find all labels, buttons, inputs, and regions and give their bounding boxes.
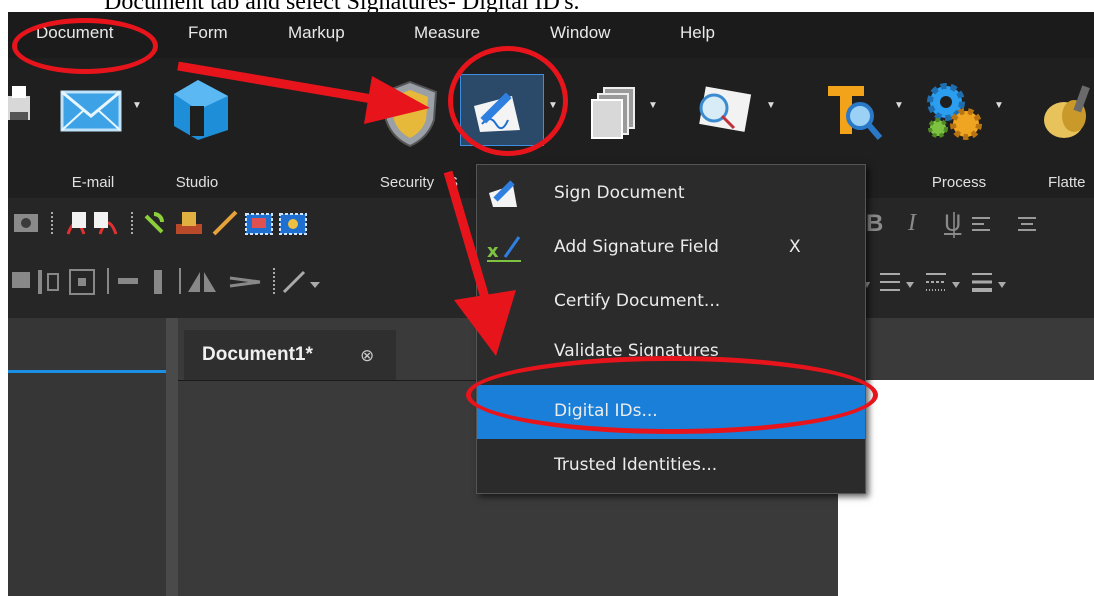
text-format-toolbar [953,212,1036,238]
italic-button[interactable]: I [908,210,916,237]
studio-button[interactable]: Studio [148,62,238,191]
svg-text:x: x [487,241,499,262]
roller-icon [1044,85,1090,138]
menu-item-add-signature-field[interactable]: x Add Signature Field X [477,221,865,275]
flatten-label: Flatte [1048,174,1086,191]
security-button[interactable]: Security [352,62,442,191]
review-dropdown-arrow[interactable]: ▼ [894,100,904,111]
menu-item-label: Add Signature Field [554,237,719,257]
line-style-tools-icons [864,273,1006,292]
signatures-label: S [448,174,459,191]
document-page[interactable] [838,380,1094,596]
pages-icon [591,87,635,139]
callout-signatures-button [448,46,568,156]
menu-markup[interactable]: Markup [288,23,345,43]
security-label: Security [379,174,435,191]
studio-label: Studio [175,174,219,191]
shield-icon [382,80,438,148]
signatures-menu: Sign Document x Add Signature Field X Ce… [476,164,866,494]
process-button[interactable]: ▼ Process [914,62,1004,191]
markup-tools-icons [14,210,307,236]
underline-button[interactable]: U [944,210,961,238]
studio-icon [174,80,228,140]
menu-window[interactable]: Window [550,23,610,43]
menu-item-label: Sign Document [554,183,685,203]
menu-measure[interactable]: Measure [414,23,480,43]
print-button[interactable]: nt [8,62,46,186]
left-panel [8,318,166,596]
callout-document-menu [12,18,158,74]
email-button[interactable]: ▼ E-mail [54,62,144,191]
menu-item-shortcut: X [789,237,801,257]
email-label: E-mail [71,174,115,191]
printer-icon [8,86,30,120]
menu-item-trusted-identities[interactable]: Trusted Identities... [477,439,865,493]
callout-digital-ids [466,356,878,434]
process-label: Process [931,174,987,191]
menu-item-sign-document[interactable]: Sign Document [477,167,865,221]
bold-button[interactable]: B [866,210,883,238]
menu-item-certify-document[interactable]: Certify Document... [477,275,865,329]
layout-tools-icons [12,268,320,295]
menu-form[interactable]: Form [188,23,228,43]
text-search-icon [828,86,883,140]
certificate-icon [699,86,752,132]
sign-document-icon [489,180,517,207]
menu-bar: Document Form Markup Measure Window Help [8,12,1094,58]
email-dropdown-arrow[interactable]: ▼ [132,100,142,111]
menu-item-label: Trusted Identities... [554,455,718,475]
flatten-button[interactable]: Flatte [1022,62,1094,191]
envelope-icon [60,90,122,132]
menu-help[interactable]: Help [680,23,715,43]
certificate-dropdown-arrow[interactable]: ▼ [766,100,776,111]
gears-icon [927,83,982,140]
left-panel-active-indicator [8,370,166,373]
signature-field-icon: x [487,236,521,262]
pages-dropdown-arrow[interactable]: ▼ [648,100,658,111]
panel-splitter[interactable] [166,318,178,596]
menu-item-label: Certify Document... [554,291,721,311]
print-label: nt [8,174,30,191]
tab-document1-label: Document1* [202,344,313,365]
tab-document1[interactable]: Document1* ⊗ [184,330,396,380]
close-tab-icon[interactable]: ⊗ [360,346,374,366]
process-dropdown-arrow[interactable]: ▼ [994,100,1004,111]
